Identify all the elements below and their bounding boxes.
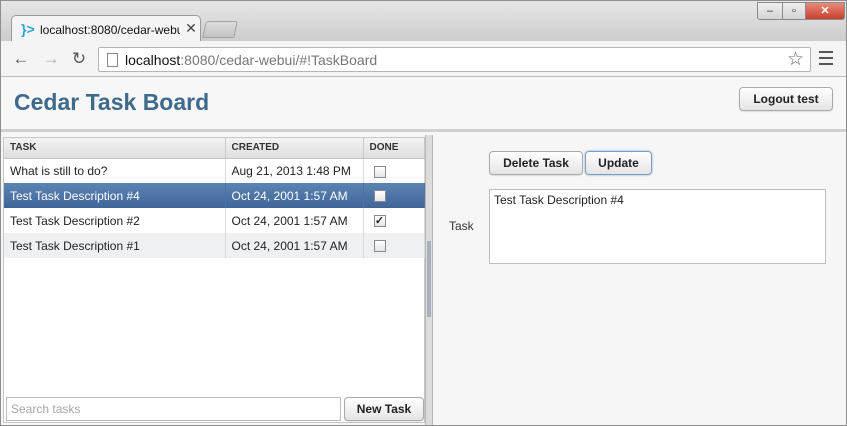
done-cell bbox=[363, 233, 425, 258]
table-row[interactable]: What is still to do? Aug 21, 2013 1:48 P… bbox=[4, 158, 425, 183]
table-row[interactable]: Test Task Description #1 Oct 24, 2001 1:… bbox=[4, 233, 425, 258]
done-cell: ✓ bbox=[363, 208, 425, 233]
scrollbar-thumb[interactable] bbox=[427, 241, 431, 317]
new-tab-button[interactable] bbox=[202, 21, 238, 38]
browser-tab[interactable]: }> localhost:8080/cedar-webui/ ✕ bbox=[11, 15, 201, 42]
done-cell bbox=[363, 158, 425, 183]
menu-icon[interactable] bbox=[819, 51, 833, 67]
minimize-button[interactable]: ‒ bbox=[757, 2, 783, 20]
created-cell: Oct 24, 2001 1:57 AM bbox=[225, 208, 364, 233]
search-input[interactable] bbox=[6, 397, 341, 421]
done-cell bbox=[363, 183, 425, 208]
update-button[interactable]: Update bbox=[585, 151, 652, 175]
star-icon[interactable]: ☆ bbox=[787, 49, 804, 71]
url-host: localhost bbox=[125, 52, 181, 68]
app-header: Cedar Task Board Logout test bbox=[1, 77, 846, 132]
task-cell: What is still to do? bbox=[4, 158, 226, 183]
close-icon[interactable]: ✕ bbox=[184, 21, 198, 35]
task-cell: Test Task Description #4 bbox=[4, 183, 226, 208]
page-title: Cedar Task Board bbox=[14, 89, 210, 115]
table-header-row: TASK CREATED DONE bbox=[4, 138, 425, 159]
reload-icon[interactable]: ↻ bbox=[68, 49, 90, 69]
checkbox-icon[interactable] bbox=[373, 190, 386, 203]
new-task-button[interactable]: New Task bbox=[344, 397, 424, 421]
column-header-created[interactable]: CREATED bbox=[225, 138, 364, 159]
title-bar: }> localhost:8080/cedar-webui/ ✕ ‒ ▫ ✕ bbox=[1, 1, 846, 42]
task-list-panel: TASK CREATED DONE What is still to do? A… bbox=[3, 137, 425, 423]
task-cell: Test Task Description #1 bbox=[4, 233, 226, 258]
app-root: Cedar Task Board Logout test TASK CREATE… bbox=[1, 77, 846, 425]
window-close-button[interactable]: ✕ bbox=[805, 2, 845, 20]
column-header-task[interactable]: TASK bbox=[4, 138, 226, 159]
task-description-field[interactable]: Test Task Description #4 bbox=[489, 189, 826, 264]
created-cell: Aug 21, 2013 1:48 PM bbox=[225, 158, 364, 183]
tab-title: localhost:8080/cedar-webui/ bbox=[40, 23, 180, 37]
task-field-label: Task bbox=[449, 219, 474, 233]
app-favicon-icon: }> bbox=[21, 21, 35, 37]
url-text[interactable]: localhost:8080/cedar-webui/#!TaskBoard bbox=[125, 52, 377, 68]
back-arrow-icon[interactable]: ← bbox=[10, 49, 32, 69]
page-icon bbox=[107, 53, 118, 67]
forward-arrow-icon[interactable]: → bbox=[40, 49, 62, 69]
checkbox-icon[interactable]: ✓ bbox=[373, 215, 386, 228]
task-table: TASK CREATED DONE What is still to do? A… bbox=[4, 138, 425, 258]
table-row[interactable]: Test Task Description #2 Oct 24, 2001 1:… bbox=[4, 208, 425, 233]
browser-toolbar: ← → ↻ localhost:8080/cedar-webui/#!TaskB… bbox=[1, 41, 846, 77]
table-row[interactable]: Test Task Description #4 Oct 24, 2001 1:… bbox=[4, 183, 425, 208]
checkbox-icon[interactable] bbox=[373, 240, 386, 253]
delete-task-button[interactable]: Delete Task bbox=[489, 151, 583, 175]
created-cell: Oct 24, 2001 1:57 AM bbox=[225, 233, 364, 258]
panel-splitter[interactable] bbox=[425, 135, 433, 425]
maximize-button[interactable]: ▫ bbox=[782, 2, 806, 20]
column-header-done[interactable]: DONE bbox=[363, 138, 425, 159]
address-bar[interactable]: localhost:8080/cedar-webui/#!TaskBoard ☆ bbox=[98, 47, 811, 72]
task-cell: Test Task Description #2 bbox=[4, 208, 226, 233]
url-rest: :8080/cedar-webui/#!TaskBoard bbox=[180, 52, 378, 68]
task-editor-panel: Delete Task Update Task Test Task Descri… bbox=[434, 135, 846, 425]
created-cell: Oct 24, 2001 1:57 AM bbox=[225, 183, 364, 208]
logout-button[interactable]: Logout test bbox=[739, 87, 833, 111]
checkbox-icon[interactable] bbox=[373, 165, 386, 178]
